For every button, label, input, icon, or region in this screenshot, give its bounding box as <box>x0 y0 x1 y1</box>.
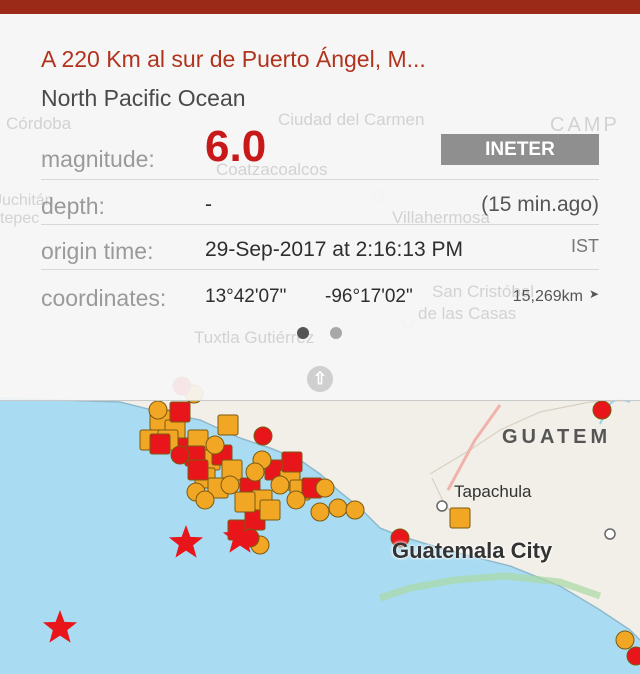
longitude-value: -96°17'02" <box>325 286 413 307</box>
coordinates-label: coordinates: <box>41 285 167 311</box>
time-ago: (15 min.ago) <box>481 193 599 216</box>
quake-circle-marker[interactable] <box>626 646 640 666</box>
quake-circle-marker[interactable] <box>253 426 273 446</box>
quake-circle-marker[interactable] <box>615 630 635 650</box>
map-label-tepec: tepec <box>0 210 40 227</box>
quake-circle-marker[interactable] <box>195 490 215 510</box>
quake-circle-marker[interactable] <box>286 490 306 510</box>
quake-circle-marker[interactable] <box>345 500 365 520</box>
quake-square-marker[interactable] <box>187 459 209 481</box>
guatemala-city-dot <box>604 528 616 540</box>
quake-circle-marker[interactable] <box>220 475 240 495</box>
quake-square-marker[interactable] <box>449 507 471 529</box>
event-region: North Pacific Ocean <box>41 85 246 111</box>
quake-circle-marker[interactable] <box>315 478 335 498</box>
quake-square-marker[interactable] <box>149 433 171 455</box>
distance-value: 15,269km <box>512 288 583 305</box>
depth-label: depth: <box>41 193 105 219</box>
location-arrow-icon[interactable]: ➤ <box>589 287 599 301</box>
page-dot-1[interactable] <box>297 327 309 339</box>
chevron-up-icon[interactable]: ⇧ <box>307 366 333 392</box>
page-dot-2[interactable] <box>330 327 342 339</box>
map-label-guatemala-city: Guatemala City <box>392 538 553 563</box>
quake-circle-marker[interactable] <box>245 462 265 482</box>
quake-square-marker[interactable] <box>281 451 303 473</box>
quake-square-marker[interactable] <box>259 499 281 521</box>
depth-row: depth: - (15 min.ago) <box>41 179 599 225</box>
coordinates-row: coordinates: 13°42'07" -96°17'02" 15,269… <box>41 269 599 314</box>
latitude-value: 13°42'07" <box>205 286 287 307</box>
quake-circle-marker[interactable] <box>592 400 612 420</box>
magnitude-row: magnitude: 6.0 INETER <box>41 122 599 180</box>
timezone: IST <box>570 236 599 256</box>
quake-circle-marker[interactable] <box>148 400 168 420</box>
map-label-ciudad-del-carmen: Ciudad del Carmen <box>278 110 425 129</box>
agency-button[interactable]: INETER <box>441 134 599 165</box>
map-label-guatemala: GUATEM <box>502 426 612 448</box>
origin-time-label: origin time: <box>41 238 154 264</box>
quake-square-marker[interactable] <box>217 414 239 436</box>
quake-circle-marker[interactable] <box>310 502 330 522</box>
depth-value: - <box>205 193 212 216</box>
magnitude-value: 6.0 <box>205 122 267 171</box>
tapachula-city-dot <box>436 500 448 512</box>
top-bar <box>0 0 640 14</box>
quake-circle-marker[interactable] <box>205 435 225 455</box>
origin-time-value: 29-Sep-2017 at 2:16:13 PM <box>205 238 464 261</box>
quake-circle-marker[interactable] <box>270 475 290 495</box>
quake-square-marker[interactable] <box>234 491 256 513</box>
event-title[interactable]: A 220 Km al sur de Puerto Ángel, M... <box>41 46 426 73</box>
map-label-tapachula: Tapachula <box>454 482 532 501</box>
magnitude-label: magnitude: <box>41 146 155 172</box>
quake-square-marker[interactable] <box>169 401 191 423</box>
map-label-cordoba: Córdoba <box>6 114 72 133</box>
origin-time-row: origin time: 29-Sep-2017 at 2:16:13 PM I… <box>41 224 599 270</box>
quake-circle-marker[interactable] <box>170 445 190 465</box>
event-card[interactable]: Córdoba Ciudad del Carmen CAMP Coatzacoa… <box>0 14 640 401</box>
quake-circle-marker[interactable] <box>328 498 348 518</box>
